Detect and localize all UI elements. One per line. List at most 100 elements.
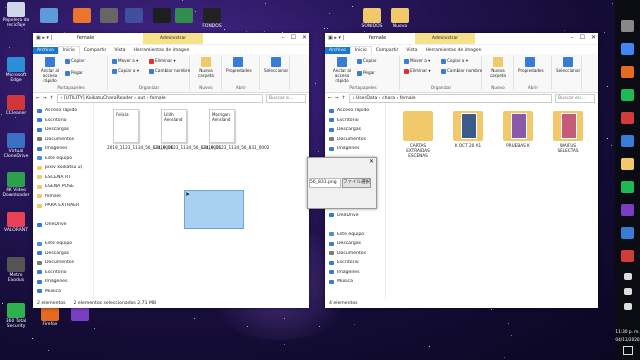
desktop-icon[interactable]: CCleaner [2, 95, 30, 116]
nav-item[interactable]: Documentos [325, 135, 385, 145]
nav-item[interactable]: Este equipo [33, 154, 93, 164]
explorer-window-left[interactable]: ▣ ▸ ▾ | female Administrar – ☐ ✕ Archivo… [33, 33, 309, 308]
desktop-icon[interactable]: FONDOS [198, 8, 226, 29]
forward-icon[interactable]: → [335, 96, 339, 101]
ribbon-tab[interactable]: Compartir [80, 47, 111, 54]
nav-item[interactable]: Escritorio [33, 116, 93, 126]
app-icon[interactable] [621, 112, 634, 124]
desktop-icon[interactable]: Firefox [36, 306, 64, 327]
quick-access-toolbar[interactable]: ▣ ▸ ▾ | [328, 35, 344, 41]
explorer-icon[interactable] [621, 158, 634, 170]
nav-item[interactable]: Descargas [33, 125, 93, 135]
desktop-icon[interactable] [120, 8, 148, 24]
clock-date[interactable]: 04/11/2020 [615, 337, 640, 342]
ribbon-tab[interactable]: Vista [110, 47, 129, 54]
nav-item[interactable]: Escritorio [325, 116, 385, 126]
file-item[interactable]: Morrigan Aensland 2019_1123_1134_56_831_0… [203, 109, 269, 150]
dialog-filename-field[interactable]: 56_831.png [309, 178, 341, 188]
ribbon-button[interactable]: Seleccionar [264, 57, 288, 73]
chrome-icon[interactable] [621, 43, 634, 55]
ribbon-button[interactable]: Copiar [65, 58, 85, 64]
address-bar[interactable]: › [UTILITY] KoikatuCharaReader › out › f… [56, 94, 263, 103]
nav-item[interactable]: Acceso rápido [325, 106, 385, 116]
notification-icon[interactable] [623, 346, 633, 355]
nav-item[interactable] [325, 220, 385, 230]
app-icon[interactable] [621, 181, 634, 193]
maximize-icon[interactable]: ☐ [291, 34, 296, 41]
ribbon-button[interactable]: Propiedades [518, 57, 544, 73]
nav-item[interactable]: ESENA POSE [33, 182, 93, 192]
ribbon-tab[interactable]: Vista [402, 47, 421, 54]
desktop-icon[interactable]: Metro Exodus [2, 257, 30, 283]
nav-item[interactable]: Imágenes [325, 144, 385, 154]
file-item[interactable]: Felicia 2019_1123_1134_56_831_0000 [107, 109, 173, 150]
desktop-icon[interactable] [66, 306, 94, 322]
folder-item[interactable]: CARTAS EXTRAIDAS ESCENAS [399, 111, 437, 158]
nav-item[interactable]: Documentos [33, 258, 93, 268]
folder-item[interactable]: K OCT 20 A1 [449, 111, 487, 148]
app-icon[interactable] [621, 204, 634, 216]
nav-item[interactable]: Documentos [325, 249, 385, 259]
ribbon-button[interactable]: Eliminar ▾ [404, 68, 431, 74]
close-icon[interactable]: ✕ [302, 34, 307, 41]
nav-item[interactable]: ESCENA RT [33, 173, 93, 183]
nav-item[interactable]: Imágenes [33, 277, 93, 287]
desktop-icon[interactable]: Nueva [386, 8, 414, 29]
nav-item[interactable]: Acceso rápido [33, 106, 93, 116]
ribbon-button[interactable]: Copiar a ▾ [441, 58, 468, 64]
desktop-icon[interactable]: 360 Total Security [2, 303, 30, 329]
desktop-icon[interactable]: Virtual CloneDrive [2, 133, 30, 159]
forward-icon[interactable]: → [43, 96, 47, 101]
nav-item[interactable]: Escritorio [33, 268, 93, 278]
file-select-dialog[interactable]: ✕ 56_831.png ファイル選択 [307, 157, 377, 209]
ribbon-button[interactable]: Anclar al acceso rápido [329, 57, 355, 83]
nav-item[interactable]: Descargas [325, 239, 385, 249]
ribbon-tab[interactable]: Inicio [57, 46, 80, 54]
ribbon-button[interactable]: Nueva carpeta [486, 57, 510, 78]
nav-item[interactable] [33, 230, 93, 240]
ribbon-tab[interactable]: Archivo [33, 47, 58, 54]
desktop-icon[interactable]: SONIDOS [358, 8, 386, 29]
tool-tab-manage[interactable]: Administrar [415, 33, 475, 44]
chrome-icon[interactable] [621, 135, 634, 147]
search-input[interactable]: Buscar en... [555, 94, 595, 103]
ribbon-button[interactable]: Pegar [357, 70, 375, 76]
ribbon-tab[interactable]: Compartir [372, 47, 403, 54]
ribbon-tab[interactable]: Inicio [349, 46, 372, 54]
ribbon-button[interactable]: Propiedades [226, 57, 252, 73]
quick-access-toolbar[interactable]: ▣ ▸ ▾ | [36, 35, 52, 41]
close-icon[interactable]: ✕ [591, 34, 596, 41]
desktop-icon[interactable]: VALORANT [2, 212, 30, 233]
nav-item[interactable]: female [33, 192, 93, 202]
nav-item[interactable]: Documentos [33, 135, 93, 145]
title-bar[interactable]: ▣ ▸ ▾ | female Administrar – ☐ ✕ [33, 33, 309, 45]
desktop-icon[interactable] [35, 8, 63, 24]
desktop-icon[interactable]: Microsoft Edge [2, 57, 30, 83]
ribbon-tab[interactable]: Herramientas de imagen [421, 47, 485, 54]
ribbon-button[interactable]: Mover a ▾ [112, 58, 138, 64]
nav-item[interactable]: Música [33, 287, 93, 297]
nav-item[interactable]: PARA EXTRAER [33, 201, 93, 211]
nav-item[interactable]: OneDrive [33, 220, 93, 230]
nav-item[interactable]: Descargas [325, 125, 385, 135]
address-bar[interactable]: › UserData › chara › female [348, 94, 552, 103]
desktop-icon[interactable] [170, 8, 198, 24]
ribbon-button[interactable]: Copiar [357, 58, 377, 64]
nav-item[interactable] [33, 211, 93, 221]
nav-item[interactable]: Música [325, 277, 385, 287]
nav-item[interactable]: pixiv koikatsu 2( [33, 163, 93, 173]
firefox-icon[interactable] [621, 66, 634, 78]
nav-item[interactable]: Imágenes [325, 268, 385, 278]
ribbon-button[interactable]: Mover a ▾ [404, 58, 430, 64]
ribbon-button[interactable]: Nueva carpeta [194, 57, 218, 78]
up-icon[interactable]: ↑ [50, 96, 54, 101]
spotify-icon[interactable] [621, 89, 634, 101]
ribbon-tab[interactable]: Herramientas de imagen [129, 47, 193, 54]
dialog-select-file-button[interactable]: ファイル選択 [342, 178, 371, 188]
nav-item[interactable]: Escritorio [325, 258, 385, 268]
desktop-icon[interactable]: 4K Video Downloader [2, 172, 30, 198]
store-icon[interactable] [621, 227, 634, 239]
minimize-icon[interactable]: – [282, 34, 285, 41]
app-icon[interactable] [621, 250, 634, 262]
ribbon-button[interactable]: Eliminar ▾ [149, 58, 176, 64]
